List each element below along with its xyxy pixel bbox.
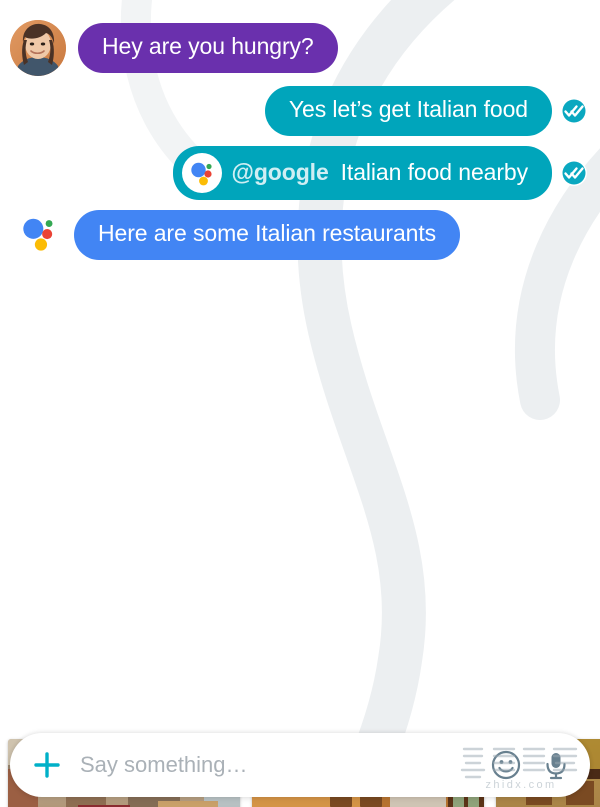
message-row-m3: @google Italian food nearby	[0, 145, 600, 200]
assistant-query-text: Italian food nearby	[340, 158, 528, 185]
composer-container[interactable]	[10, 733, 590, 797]
message-bubble[interactable]: Here are some Italian restaurants	[74, 209, 461, 260]
composer-bar	[0, 733, 600, 807]
assistant-mention-token: @google	[231, 158, 329, 185]
microphone-icon[interactable]	[540, 749, 572, 781]
message-row-m1: Hey are you hungry?	[0, 20, 600, 76]
double-check-icon	[560, 159, 588, 187]
google-assistant-icon	[18, 213, 62, 257]
google-assistant-icon	[181, 152, 222, 193]
assistant-query-bubble[interactable]: @google Italian food nearby	[172, 145, 552, 200]
contact-avatar[interactable]	[10, 20, 66, 76]
plus-icon[interactable]	[32, 750, 62, 780]
chat-app-screen: Hey are you hungry? Yes let’s get Italia…	[0, 0, 600, 807]
message-input[interactable]	[80, 752, 472, 778]
message-bubble[interactable]: Hey are you hungry?	[78, 23, 338, 73]
message-row-m2: Yes let’s get Italian food	[0, 86, 600, 136]
conversation-thread: Hey are you hungry? Yes let’s get Italia…	[0, 0, 600, 733]
double-check-icon	[560, 97, 588, 125]
message-bubble[interactable]: Yes let’s get Italian food	[264, 86, 552, 136]
message-row-m4: Here are some Italian restaurants	[0, 209, 600, 260]
emoji-smiley-icon[interactable]	[490, 749, 522, 781]
